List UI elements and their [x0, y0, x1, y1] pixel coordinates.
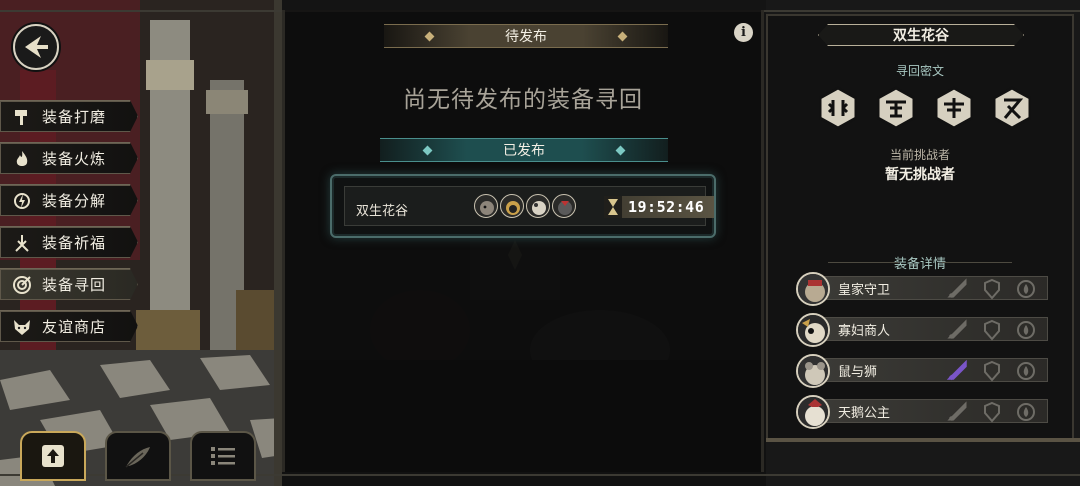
- armor-icon[interactable]: [978, 317, 1006, 343]
- flame-slot-icon[interactable]: [1012, 317, 1040, 343]
- published-entry[interactable]: 双生花谷 19:52:46: [330, 174, 716, 238]
- sword-icon[interactable]: [944, 358, 972, 384]
- equipment-row[interactable]: 鼠与狮: [796, 352, 1048, 389]
- armor-icon[interactable]: [978, 276, 1006, 302]
- cipher-3-icon[interactable]: [934, 86, 974, 130]
- menu-item-retrieve[interactable]: 装备寻回: [0, 268, 138, 300]
- list-button[interactable]: [190, 431, 256, 481]
- menu-item-decompose[interactable]: 装备分解: [0, 184, 138, 216]
- diamond-ornament: [615, 145, 626, 156]
- upload-button[interactable]: [20, 431, 86, 481]
- menu-item-label: 装备打磨: [42, 108, 107, 126]
- equipment-name: 鼠与狮: [838, 365, 878, 380]
- entry-name: 双生花谷: [356, 204, 409, 219]
- equipment-slots: [944, 358, 1040, 384]
- hourglass-icon: [604, 196, 622, 218]
- flame-slot-icon[interactable]: [1012, 276, 1040, 302]
- avatar: [526, 194, 550, 218]
- equipment-name: 皇家守卫: [838, 283, 891, 298]
- flame-slot-icon[interactable]: [1012, 358, 1040, 384]
- sword-icon[interactable]: [944, 276, 972, 302]
- menu-item-label: 装备分解: [42, 192, 107, 210]
- menu-item-polish[interactable]: 装备打磨: [0, 100, 138, 132]
- equipment-slots: [944, 317, 1040, 343]
- menu-item-forge[interactable]: 装备火炼: [0, 142, 138, 174]
- pending-header: 待发布: [384, 24, 668, 48]
- decompose-icon: [6, 185, 38, 217]
- equipment-name: 天鹅公主: [838, 406, 891, 421]
- back-button[interactable]: [13, 24, 59, 70]
- equipment-name: 寡妇商人: [838, 324, 891, 339]
- flame-icon: [6, 143, 38, 175]
- pending-header-label: 待发布: [505, 29, 547, 45]
- cipher-4-icon[interactable]: [992, 86, 1032, 130]
- armor-icon[interactable]: [978, 399, 1006, 425]
- panel-title: 双生花谷: [818, 24, 1024, 46]
- back-arrow-icon: [25, 36, 48, 58]
- target-icon: [6, 269, 38, 301]
- cipher-row: [818, 86, 1032, 130]
- pray-icon: [6, 227, 38, 259]
- published-header: 已发布: [380, 138, 668, 162]
- entry-avatars: [474, 194, 576, 218]
- equipment-row[interactable]: 寡妇商人: [796, 311, 1048, 348]
- sword-icon[interactable]: [944, 399, 972, 425]
- cipher-2-icon[interactable]: [876, 86, 916, 130]
- menu-item-label: 友谊商店: [42, 318, 107, 336]
- challenger-value: 暂无挑战者: [885, 167, 955, 183]
- menu-item-label: 装备祈福: [42, 234, 107, 252]
- equipment-slots: [944, 399, 1040, 425]
- countdown-timer: 19:52:46: [604, 196, 714, 218]
- avatar: [796, 312, 830, 347]
- hammer-icon: [6, 101, 38, 133]
- feather-button[interactable]: [105, 431, 171, 481]
- diamond-ornament: [617, 31, 628, 42]
- avatar: [796, 353, 830, 388]
- upload-icon: [42, 445, 64, 467]
- menu-item-label: 装备火炼: [42, 150, 107, 168]
- flame-slot-icon[interactable]: [1012, 399, 1040, 425]
- empty-message: 尚无待发布的装备寻回: [403, 87, 643, 113]
- equipment-row[interactable]: 皇家守卫: [796, 270, 1048, 307]
- equipment-list: 皇家守卫 寡妇商人 鼠与狮 天鹅公主: [796, 270, 1048, 434]
- avatar: [796, 271, 830, 306]
- feather-icon: [125, 447, 150, 468]
- cipher-label: 寻回密文: [895, 64, 944, 78]
- timer-value: 19:52:46: [628, 198, 705, 216]
- equipment-row[interactable]: 天鹅公主: [796, 393, 1048, 430]
- equipment-slots: [944, 276, 1040, 302]
- info-icon[interactable]: i: [734, 23, 753, 42]
- menu-item-pray[interactable]: 装备祈福: [0, 226, 138, 258]
- diamond-ornament: [422, 145, 433, 156]
- armor-icon[interactable]: [978, 358, 1006, 384]
- avatar: [552, 194, 576, 218]
- list-icon: [211, 447, 235, 465]
- avatar: [474, 194, 498, 218]
- menu-item-label: 装备寻回: [42, 276, 107, 294]
- fox-icon: [6, 311, 38, 343]
- diamond-ornament: [424, 31, 435, 42]
- side-menu: 装备打磨 装备火炼 装备分解 装备祈福 装备寻回 友谊商店: [0, 100, 150, 352]
- panel-edge: [766, 438, 1080, 442]
- avatar: [500, 194, 524, 218]
- published-header-label: 已发布: [503, 143, 545, 159]
- menu-item-shop[interactable]: 友谊商店: [0, 310, 138, 342]
- challenger-label: 当前挑战者: [889, 148, 950, 162]
- avatar: [796, 394, 830, 429]
- sword-icon[interactable]: [944, 317, 972, 343]
- cipher-1-icon[interactable]: [818, 86, 858, 130]
